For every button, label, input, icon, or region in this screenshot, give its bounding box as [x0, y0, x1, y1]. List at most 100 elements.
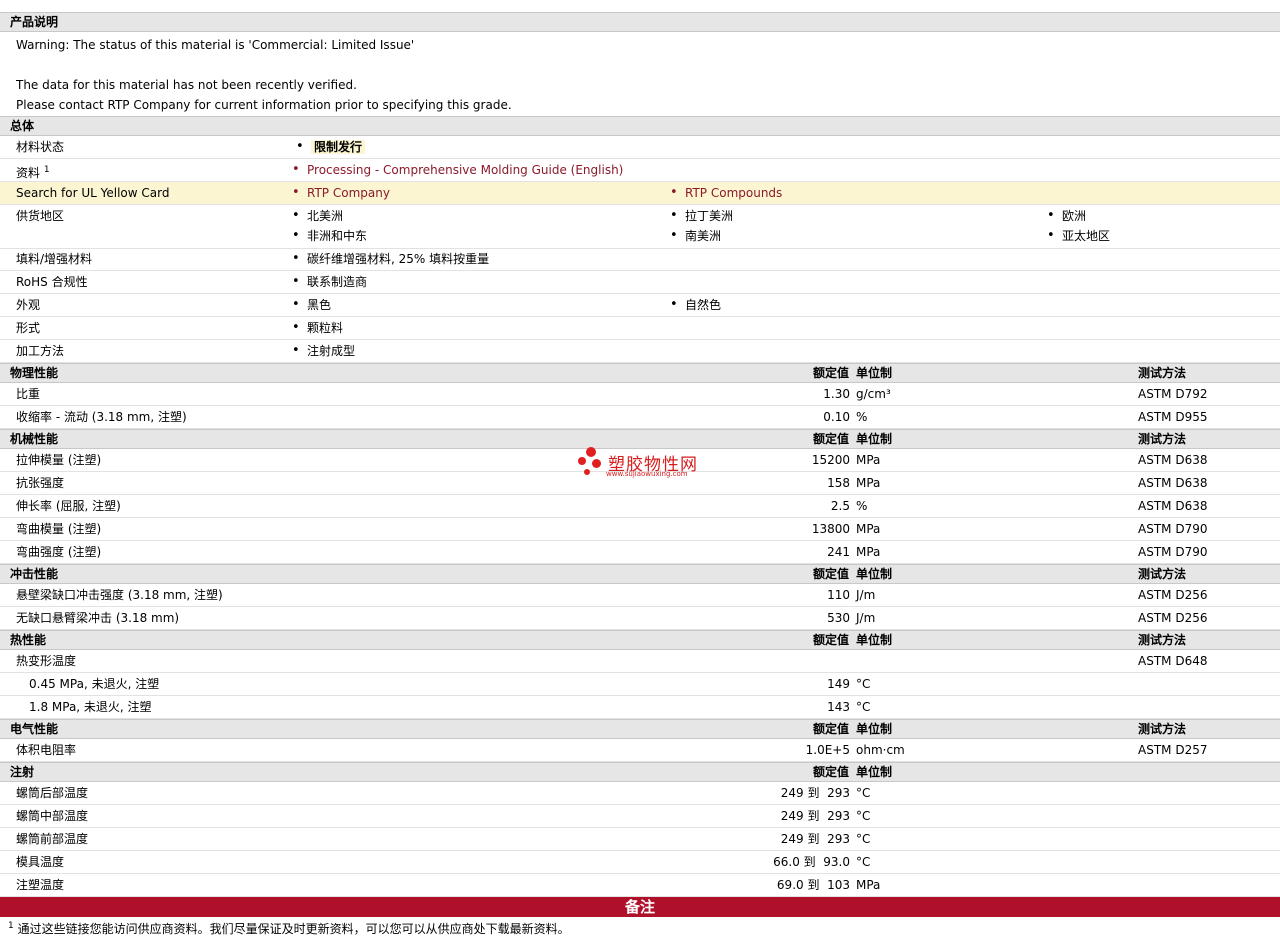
row-value: 13800: [811, 522, 850, 536]
row-value: 1.0E+5: [805, 743, 850, 757]
table-row: 收缩率 - 流动 (3.18 mm, 注塑) 0.10 % ASTM D955: [0, 406, 1280, 429]
col-unit: 单位制: [856, 765, 893, 779]
section-title: 总体: [10, 119, 35, 133]
table-row: 模具温度 66.0 到 93.0 °C: [0, 851, 1280, 874]
appearance-value: 黑色: [292, 294, 331, 316]
verify-line: The data for this material has not been …: [16, 78, 357, 92]
logo-dot: [578, 457, 586, 465]
ul-link-rtp-company[interactable]: RTP Company: [292, 182, 390, 204]
col-test: 测试方法: [1138, 633, 1187, 647]
row-label: 热变形温度: [16, 654, 77, 668]
table-row: 注塑温度 69.0 到 103 MPa: [0, 874, 1280, 897]
col-nominal: 额定值: [812, 366, 849, 380]
table-row: 悬壁梁缺口冲击强度 (3.18 mm, 注塑) 110 J/m ASTM D25…: [0, 584, 1280, 607]
docs-link[interactable]: Processing - Comprehensive Molding Guide…: [292, 159, 623, 181]
table-row: 热变形温度 ASTM D648: [0, 650, 1280, 673]
section-title: 物理性能: [10, 366, 59, 380]
col-unit: 单位制: [856, 432, 893, 446]
row-label: 外观: [16, 298, 41, 312]
rohs-value: 联系制造商: [292, 271, 367, 293]
row-label: 1.8 MPa, 未退火, 注塑: [29, 700, 152, 714]
col-nominal: 额定值: [812, 722, 849, 736]
region-item: 非洲和中东: [292, 225, 367, 247]
row-unit: °C: [856, 786, 871, 800]
table-row: 弯曲强度 (注塑) 241 MPa ASTM D790: [0, 541, 1280, 564]
row-label: 体积电阻率: [16, 743, 77, 757]
row-value: 110: [827, 588, 850, 602]
row-value: 143: [827, 700, 850, 714]
table-row: 0.45 MPa, 未退火, 注塑 149 °C: [0, 673, 1280, 696]
section-header-physical: 物理性能 额定值 单位制 测试方法: [0, 363, 1280, 383]
table-row: 螺筒前部温度 249 到 293 °C: [0, 828, 1280, 851]
row-label: 抗张强度: [16, 476, 65, 490]
col-test: 测试方法: [1138, 432, 1187, 446]
logo-dot: [584, 469, 590, 475]
section-header-injection: 注射 额定值 单位制: [0, 762, 1280, 782]
row-material-status: 材料状态 限制发行: [0, 136, 1280, 159]
row-rohs: RoHS 合规性 联系制造商: [0, 271, 1280, 294]
watermark-logo: 塑胶物性网 www.sujiaowuxing.com: [578, 445, 708, 481]
section-title: 冲击性能: [10, 567, 59, 581]
ul-link-rtp-compounds[interactable]: RTP Compounds: [670, 182, 782, 204]
row-label: 比重: [16, 387, 41, 401]
row-unit: J/m: [856, 588, 876, 602]
row-label: 供货地区: [16, 209, 65, 223]
row-unit: MPa: [856, 545, 881, 559]
row-unit: °C: [856, 700, 871, 714]
row-value: 530: [827, 611, 850, 625]
row-value: 0.10: [823, 410, 850, 424]
row-label: 悬壁梁缺口冲击强度 (3.18 mm, 注塑): [16, 588, 223, 602]
row-label: 资料 1: [16, 165, 50, 180]
row-value: 241: [827, 545, 850, 559]
form-value: 颗粒料: [292, 317, 343, 339]
row-label: 螺筒中部温度: [16, 809, 89, 823]
table-row: 弯曲模量 (注塑) 13800 MPa ASTM D790: [0, 518, 1280, 541]
row-test: ASTM D256: [1138, 588, 1208, 602]
row-label: 弯曲强度 (注塑): [16, 545, 102, 559]
row-label: 螺筒后部温度: [16, 786, 89, 800]
col-nominal: 额定值: [812, 633, 849, 647]
row-test: ASTM D638: [1138, 453, 1208, 467]
row-value: 249 到 293: [780, 786, 850, 800]
material-status-value: 限制发行: [311, 140, 366, 154]
row-label: 拉伸模量 (注塑): [16, 453, 102, 467]
section-title: 注射: [10, 765, 35, 779]
process-value: 注射成型: [292, 340, 355, 362]
table-row: 螺筒后部温度 249 到 293 °C: [0, 782, 1280, 805]
row-unit: ohm·cm: [856, 743, 905, 757]
region-item: 南美洲: [670, 225, 721, 247]
col-nominal: 额定值: [812, 567, 849, 581]
row-filler: 填料/增强材料 碳纤维增强材料, 25% 填料按重量: [0, 248, 1280, 271]
row-value: 158: [827, 476, 850, 490]
col-nominal: 额定值: [812, 765, 849, 779]
row-test: ASTM D955: [1138, 410, 1208, 424]
contact-line: Please contact RTP Company for current i…: [16, 98, 512, 112]
row-label: 材料状态: [16, 140, 65, 154]
row-unit: MPa: [856, 453, 881, 467]
notes-header: 备注: [0, 897, 1280, 917]
section-title: 热性能: [10, 633, 47, 647]
row-supply-regions: 供货地区 北美洲 拉丁美洲 欧洲 非洲和中东 南美洲 亚太地区: [0, 205, 1280, 249]
row-test: ASTM D257: [1138, 743, 1208, 757]
col-unit: 单位制: [856, 567, 893, 581]
bullet-item: 限制发行: [296, 136, 366, 158]
row-unit: °C: [856, 832, 871, 846]
row-value: 15200: [811, 453, 850, 467]
col-nominal: 额定值: [812, 432, 849, 446]
row-unit: g/cm³: [856, 387, 891, 401]
appearance-value: 自然色: [670, 294, 721, 316]
footnote-num: 1: [8, 921, 14, 931]
row-label: 收缩率 - 流动 (3.18 mm, 注塑): [16, 410, 187, 424]
row-label: 注塑温度: [16, 878, 65, 892]
row-label: RoHS 合规性: [16, 275, 88, 289]
row-unit: %: [856, 410, 868, 424]
row-test: ASTM D638: [1138, 476, 1208, 490]
table-row: 无缺口悬臂梁冲击 (3.18 mm) 530 J/m ASTM D256: [0, 607, 1280, 630]
row-value: 249 到 293: [780, 809, 850, 823]
row-label: Search for UL Yellow Card: [16, 186, 170, 200]
footnote-text: 通过这些链接您能访问供应商资料。我们尽量保证及时更新资料，可以您可以从供应商处下…: [17, 922, 570, 936]
section-header-thermal: 热性能 额定值 单位制 测试方法: [0, 630, 1280, 650]
logo-dot: [592, 459, 601, 468]
row-value: 249 到 293: [780, 832, 850, 846]
region-item: 拉丁美洲: [670, 205, 733, 227]
